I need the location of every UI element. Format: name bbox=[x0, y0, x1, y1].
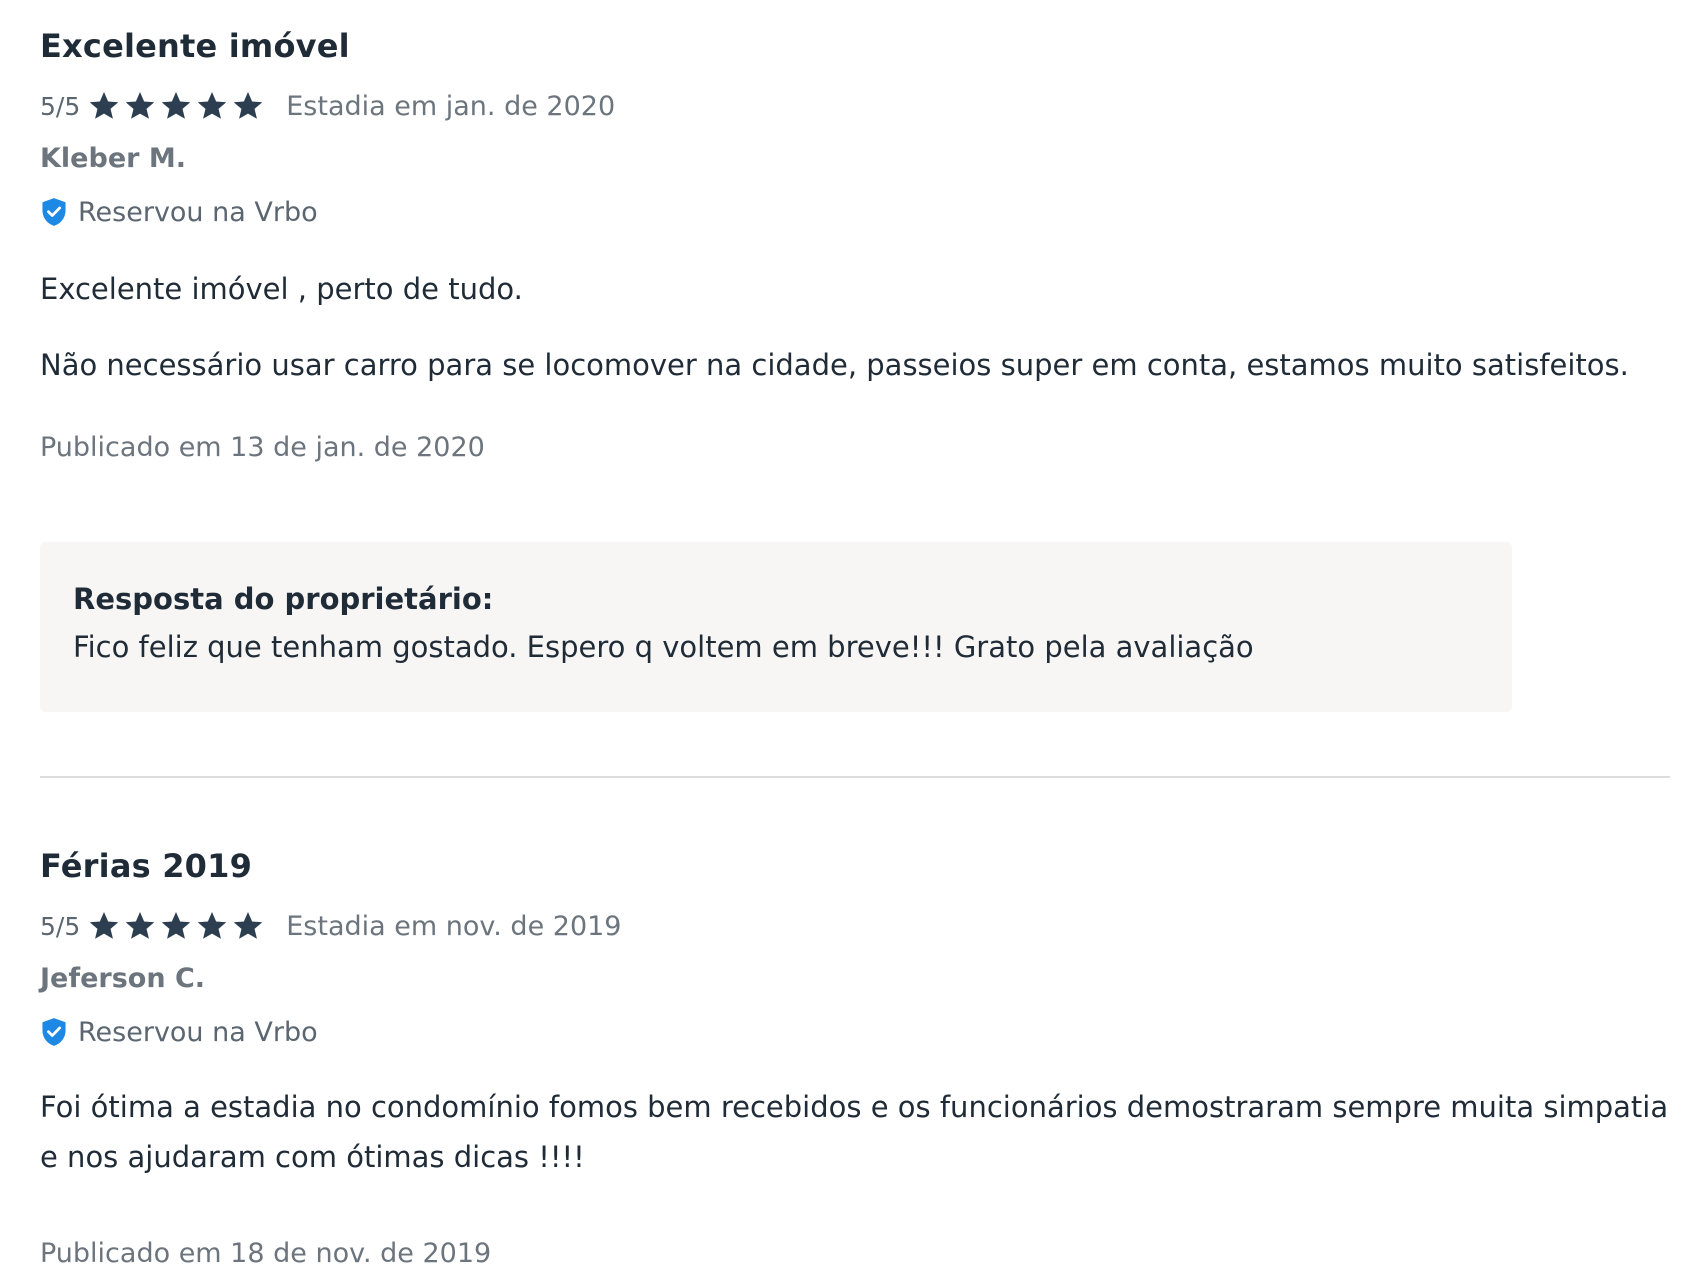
star-icon bbox=[232, 90, 264, 122]
booked-label: Reservou na Vrbo bbox=[78, 196, 318, 228]
owner-response-text: Fico feliz que tenham gostado. Espero q … bbox=[73, 630, 1254, 664]
star-icon bbox=[124, 90, 156, 122]
review-body-paragraph: Excelente imóvel , perto de tudo. bbox=[40, 272, 523, 306]
rating-row: 5/5 Estadia em jan. de 2020 bbox=[40, 82, 1670, 130]
review-divider bbox=[40, 776, 1670, 778]
owner-response-title: Resposta do proprietário: bbox=[73, 582, 494, 616]
review-card: Férias 2019 5/5 Estadia em nov. de 2019 … bbox=[40, 842, 1670, 1274]
rating-score: 5/5 bbox=[40, 911, 81, 941]
star-rating bbox=[88, 910, 268, 942]
rating-row: 5/5 Estadia em nov. de 2019 bbox=[40, 902, 1670, 950]
reviewer-name: Jeferson C. bbox=[40, 963, 206, 994]
reviewer-name: Kleber M. bbox=[40, 143, 186, 174]
review-card: Excelente imóvel 5/5 Estadia em jan. de … bbox=[40, 22, 1670, 468]
published-date: Publicado em 18 de nov. de 2019 bbox=[40, 1238, 492, 1269]
star-icon bbox=[232, 910, 264, 942]
verified-booking: Reservou na Vrbo bbox=[40, 186, 1670, 238]
verified-shield-icon bbox=[40, 1017, 68, 1047]
review-title: Férias 2019 bbox=[40, 847, 253, 885]
review-body-paragraph: Não necessário usar carro para se locomo… bbox=[40, 348, 1629, 382]
star-icon bbox=[196, 910, 228, 942]
rating-score: 5/5 bbox=[40, 91, 81, 121]
star-rating bbox=[88, 90, 268, 122]
star-icon bbox=[160, 910, 192, 942]
star-icon bbox=[124, 910, 156, 942]
stay-date: Estadia em jan. de 2020 bbox=[286, 90, 616, 122]
star-icon bbox=[196, 90, 228, 122]
star-icon bbox=[88, 910, 120, 942]
star-icon bbox=[88, 90, 120, 122]
stay-date: Estadia em nov. de 2019 bbox=[286, 910, 622, 942]
verified-booking: Reservou na Vrbo bbox=[40, 1006, 1670, 1058]
published-date: Publicado em 13 de jan. de 2020 bbox=[40, 432, 485, 463]
reviews-page: Excelente imóvel 5/5 Estadia em jan. de … bbox=[0, 0, 1686, 1276]
star-icon bbox=[160, 90, 192, 122]
review-title: Excelente imóvel bbox=[40, 27, 350, 65]
review-body-paragraph: Foi ótima a estadia no condomínio fomos … bbox=[40, 1090, 1669, 1174]
booked-label: Reservou na Vrbo bbox=[78, 1016, 318, 1048]
owner-response: Resposta do proprietário: Fico feliz que… bbox=[40, 542, 1512, 712]
verified-shield-icon bbox=[40, 197, 68, 227]
